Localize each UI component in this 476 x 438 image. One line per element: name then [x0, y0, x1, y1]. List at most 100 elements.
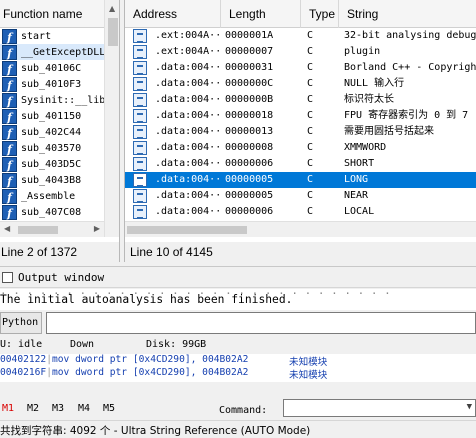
- function-icon: f: [2, 188, 17, 204]
- column-address[interactable]: Address: [125, 0, 221, 28]
- mark-m4[interactable]: M4: [78, 403, 90, 414]
- string-length: 0000000B: [225, 94, 274, 105]
- python-button[interactable]: Python: [0, 312, 42, 334]
- string-value: XMMWORD: [344, 142, 387, 153]
- string-row[interactable]: .data:004··· 00000013 C 需要用圆括号括起来: [125, 124, 476, 140]
- column-string[interactable]: String: [339, 0, 476, 28]
- string-row[interactable]: .data:004··· 00000018 C FPU 寄存器索引为 0 到 7: [125, 108, 476, 124]
- string-item-icon: [133, 77, 147, 91]
- string-length: 0000000C: [225, 78, 274, 89]
- log-instruction: mov dword ptr [0x4CD290], 004B02A2: [52, 367, 249, 378]
- log-address: 00402122: [0, 354, 47, 365]
- mark-m5[interactable]: M5: [103, 403, 115, 414]
- scroll-left-icon[interactable]: ◀: [4, 224, 10, 233]
- string-row[interactable]: .data:004··· 00000005 C NEAR: [125, 188, 476, 204]
- string-item-icon: [133, 61, 147, 75]
- log-line[interactable]: 0040216F|mov dword ptr [0x4CD290], 004B0…: [0, 367, 327, 381]
- function-row[interactable]: f sub_4043B8: [0, 172, 104, 188]
- string-row[interactable]: .data:004··· 00000031 C Borland C++ - Copyr…: [125, 60, 476, 76]
- string-value: 标识符太长: [344, 94, 394, 105]
- string-length: 00000013: [225, 126, 274, 137]
- column-length[interactable]: Length: [221, 0, 301, 28]
- command-select[interactable]: ▼: [283, 399, 476, 417]
- mark-m1[interactable]: M1: [2, 403, 14, 414]
- scroll-thumb[interactable]: [127, 226, 247, 234]
- string-item-icon: [133, 125, 147, 139]
- scroll-direction: Down: [70, 339, 95, 350]
- function-name: sub_40106C: [21, 62, 82, 74]
- functions-pane: Function name f start f __GetExceptDLL f sub_…: [0, 0, 120, 262]
- string-address: .data:004···: [155, 126, 219, 137]
- string-type: C: [307, 30, 314, 41]
- function-row[interactable]: f __GetExceptDLL: [0, 44, 104, 60]
- log-line[interactable]: 00402122|mov dword ptr [0x4CD290], 004B0…: [0, 354, 327, 368]
- string-item-icon: [133, 157, 147, 171]
- string-row[interactable]: .data:004··· 00000006 C SHORT: [125, 156, 476, 172]
- string-row[interactable]: .data:004··· 00000006 C LOCAL: [125, 204, 476, 220]
- function-row[interactable]: f sub_402C44: [0, 124, 104, 140]
- string-value: NULL 输入行: [344, 78, 405, 89]
- string-row[interactable]: .data:004··· 00000008 C XMMWORD: [125, 140, 476, 156]
- string-row[interactable]: .ext:004A··· 0000001A C 32-bit analysing de…: [125, 28, 476, 44]
- column-type[interactable]: Type: [301, 0, 339, 28]
- function-row[interactable]: f sub_407C08: [0, 204, 104, 220]
- function-name: sub_403570: [21, 142, 82, 154]
- string-address: .data:004···: [155, 62, 219, 73]
- python-input[interactable]: [46, 312, 476, 334]
- scroll-right-icon[interactable]: ▶: [94, 224, 100, 233]
- analysis-status-bar: U: idle Down Disk: 99GB: [0, 336, 476, 354]
- string-address: .data:004···: [155, 174, 219, 185]
- string-row[interactable]: .ext:004A··· 00000007 Cplugin: [125, 44, 476, 60]
- log-area: 00402122|mov dword ptr [0x4CD290], 004B0…: [0, 354, 476, 382]
- bottom-status-bar: 共找到字符串: 4092 个 - Ultra String Reference …: [0, 420, 476, 438]
- functions-header[interactable]: Function name: [0, 0, 104, 28]
- string-row[interactable]: .data:004··· 0000000C C NULL 输入行: [125, 76, 476, 92]
- function-row[interactable]: f sub_40106C: [0, 60, 104, 76]
- function-row[interactable]: f Sysinit::__lib: [0, 92, 104, 108]
- string-value: SHORT: [344, 158, 375, 169]
- string-row[interactable]: .data:004··· 00000005 C LONG: [125, 172, 476, 188]
- output-text-area[interactable]: . . . . . . . . . . . . . . . . . . . . …: [0, 289, 476, 310]
- function-name: Sysinit::__lib: [21, 94, 104, 106]
- function-row[interactable]: f sub_403570: [0, 140, 104, 156]
- string-item-icon: [133, 109, 147, 123]
- output-window-title[interactable]: Output window: [0, 266, 476, 288]
- string-row[interactable]: .data:004··· 0000000B C 标识符太长: [125, 92, 476, 108]
- string-length: 0000001A: [225, 30, 274, 41]
- string-address: .data:004···: [155, 206, 219, 217]
- function-name: sub_401150: [21, 110, 82, 122]
- python-bar: Python: [0, 310, 476, 336]
- chevron-down-icon[interactable]: ▼: [467, 402, 472, 412]
- function-row[interactable]: f sub_403D5C: [0, 156, 104, 172]
- string-type: C: [307, 62, 314, 73]
- string-value: 32-bit analysing debugger: [344, 30, 476, 41]
- string-item-icon: [133, 141, 147, 155]
- function-row[interactable]: f sub_401150: [0, 108, 104, 124]
- function-icon: f: [2, 28, 17, 44]
- output-window-label: Output window: [18, 271, 105, 284]
- output-message: The initial autoanalysis has been finish…: [0, 293, 293, 306]
- function-icon: f: [2, 172, 17, 188]
- disk-space: Disk: 99GB: [146, 339, 207, 350]
- function-row[interactable]: f start: [0, 28, 104, 44]
- log-instruction: mov dword ptr [0x4CD290], 004B02A2: [52, 354, 249, 365]
- strings-line-status: Line 10 of 4145: [125, 242, 476, 262]
- function-icon: f: [2, 60, 17, 76]
- functions-vertical-scrollbar[interactable]: ▲: [104, 0, 119, 237]
- string-address: .data:004···: [155, 158, 219, 169]
- function-icon: f: [2, 140, 17, 156]
- string-length: 00000006: [225, 158, 274, 169]
- string-length: 00000005: [225, 190, 274, 201]
- scroll-thumb[interactable]: [18, 226, 58, 234]
- string-value: Borland C++ - Copyright 1999: [344, 62, 476, 73]
- scroll-thumb[interactable]: [108, 18, 118, 46]
- functions-horizontal-scrollbar[interactable]: ◀ ▶: [0, 221, 104, 237]
- function-row[interactable]: f sub_4010F3: [0, 76, 104, 92]
- function-row[interactable]: f _Assemble: [0, 188, 104, 204]
- mark-m2[interactable]: M2: [27, 403, 39, 414]
- window-icon: [2, 272, 13, 283]
- mark-m3[interactable]: M3: [52, 403, 64, 414]
- function-name: sub_403D5C: [21, 158, 82, 170]
- scroll-up-icon[interactable]: ▲: [109, 4, 115, 13]
- strings-horizontal-scrollbar[interactable]: [125, 221, 476, 237]
